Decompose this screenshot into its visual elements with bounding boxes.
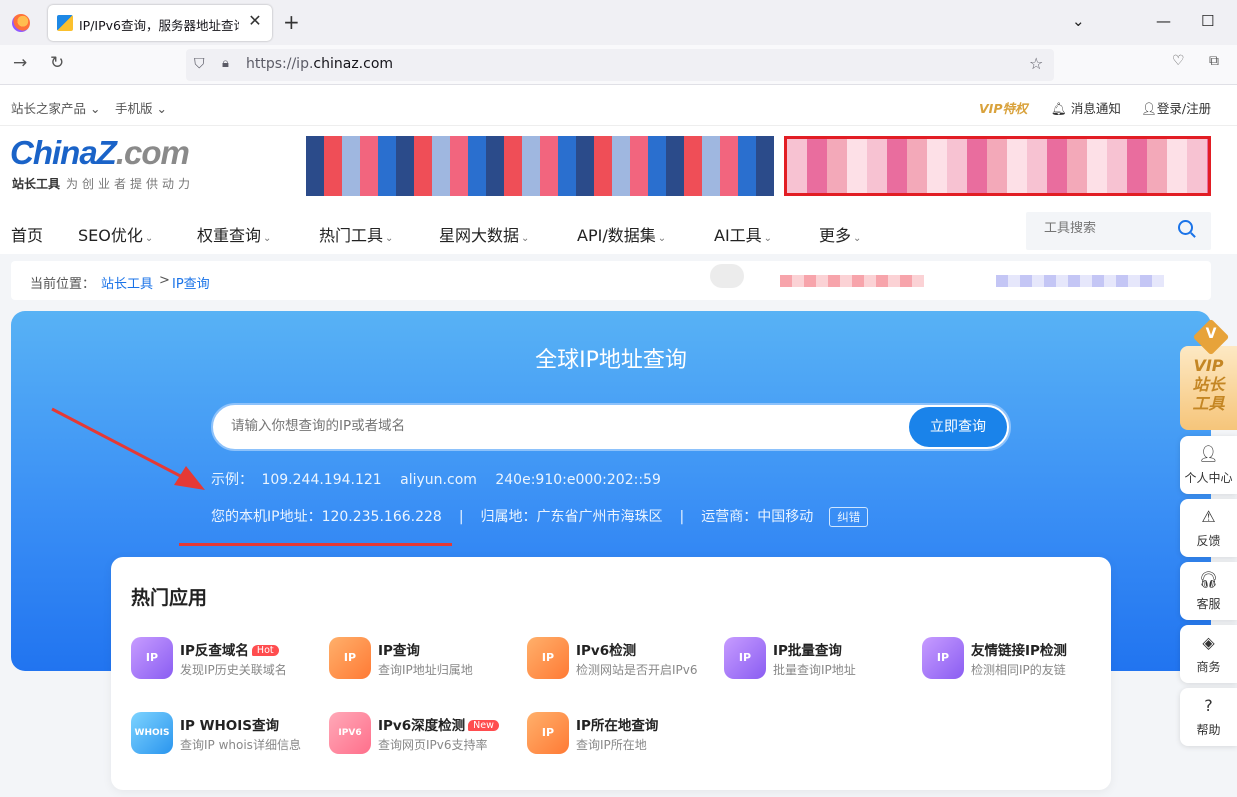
example-ip[interactable]: 109.244.194.121 [261,472,381,488]
feedback-icon: ⚠ [1201,507,1216,526]
url-bar[interactable]: ⛉ 🔒︎ https://ip.chinaz.com ☆ [186,49,1054,81]
globe-search-icon: IP [922,637,964,679]
side-feedback[interactable]: ⚠ 反馈 [1180,499,1237,557]
site-logo[interactable]: ChinaZ.com [10,134,190,172]
user-icon: 👤︎ [1141,101,1157,116]
pocket-icon[interactable]: ♡ [1172,53,1185,69]
globe-search-icon: IP [724,637,766,679]
tab-title: IP/IPv6查询，服务器地址查询 [79,18,239,33]
ip-search-box[interactable]: 立即查询 [211,403,1011,451]
reload-icon[interactable]: ↻ [50,53,64,73]
ipv6-doc-icon: IPV6 [329,712,371,754]
notify-link[interactable]: 🔔︎ 消息通知 [1051,98,1121,117]
blurred-ad[interactable] [996,275,1164,287]
new-tab-icon[interactable]: + [283,10,300,34]
shield-icon[interactable]: ⛉ [194,56,205,72]
annotation-underline [179,543,452,546]
app-ip-whois[interactable]: WHOIS IP WHOIS查询 查询IP whois详细信息 [131,712,321,756]
nav-bigdata[interactable]: 星网大数据 ⌄ [439,222,529,246]
bookmark-star-icon[interactable]: ☆ [1029,54,1043,73]
blurred-ad [710,264,744,288]
list-all-tabs-icon[interactable]: ⌄ [1072,12,1085,30]
local-ip-line: 您的本机IP地址：120.235.166.228 | 归属地：广东省广州市海珠区 | 运… [211,506,869,527]
headset-icon: 🎧︎ [1198,570,1219,589]
globe-search-icon: IP [131,637,173,679]
examples-label: 示例： [211,472,253,488]
hero-title: 全球IP地址查询 [535,348,687,373]
products-menu[interactable]: 站长之家产品 ⌄ [11,98,100,117]
vip-tools-float[interactable]: VIP 站长 工具 [1180,346,1237,430]
query-button[interactable]: 立即查询 [909,407,1007,447]
app-friendlink-ip[interactable]: IP 友情链接IP检测 检测相同IP的友链 [922,637,1112,681]
local-ip: 您的本机IP地址：120.235.166.228 [211,509,442,525]
ip-doc-icon: IP [329,637,371,679]
app-ip-reverse-domain[interactable]: IP IP反查域名 Hot 发现IP历史关联域名 [131,637,321,681]
side-customer-service[interactable]: 🎧︎ 客服 [1180,562,1237,620]
side-business[interactable]: ◈ 商务 [1180,625,1237,683]
app-ipv6-check[interactable]: IP IPv6检测 检测网站是否开启IPv6 [527,637,717,681]
fix-button[interactable]: 纠错 [829,507,869,527]
user-icon: 👤︎ [1198,444,1219,463]
browser-tab[interactable]: IP/IPv6查询，服务器地址查询 ✕ [48,5,272,41]
ip-doc-icon: IP [527,637,569,679]
lock-icon[interactable]: 🔒︎ [222,56,229,71]
nav-more[interactable]: 更多 ⌄ [819,222,861,246]
mobile-menu[interactable]: 手机版 ⌄ [115,98,167,117]
breadcrumb-link-tools[interactable]: 站长工具 [101,273,153,292]
app-ip-query[interactable]: IP IP查询 查询IP地址归属地 [329,637,519,681]
side-personal-center[interactable]: 👤︎ 个人中心 [1180,436,1237,494]
tool-search-box[interactable] [1026,212,1211,250]
nav-weight[interactable]: 权重查询 ⌄ [197,222,271,246]
search-icon[interactable] [1178,220,1193,235]
ip-isp: 运营商：中国移动 [701,509,814,525]
app-ip-batch[interactable]: IP IP批量查询 批量查询IP地址 [724,637,914,681]
side-help[interactable]: ? 帮助 [1180,688,1237,746]
nav-ai[interactable]: AI工具 ⌄ [714,222,772,246]
app-ip-location[interactable]: IP IP所在地查询 查询IP所在地 [527,712,717,756]
browser-nav-bar: → ↻ ⛉ 🔒︎ https://ip.chinaz.com ☆ ♡ ⧉ [0,45,1237,85]
blurred-ad[interactable] [780,275,924,287]
minimize-icon[interactable]: — [1156,12,1171,30]
ad-banner-right[interactable] [784,136,1211,196]
logo-subtitle: 站长工具 为创业者提供动力 [12,177,195,191]
handshake-icon: ◈ [1202,633,1215,652]
ip-search-input[interactable] [231,418,831,434]
example-domain[interactable]: aliyun.com [400,472,477,488]
browser-tab-bar: IP/IPv6查询，服务器地址查询 ✕ + ⌄ — ☐ [0,0,1237,45]
breadcrumb-label: 当前位置： [30,277,96,292]
nav-home[interactable]: 首页 [11,222,43,246]
breadcrumb-link-ip[interactable]: IP查询 [172,273,210,292]
whois-doc-icon: WHOIS [131,712,173,754]
example-ipv6[interactable]: 240e:910:e000:202::59 [495,472,661,488]
ad-banner-left[interactable] [306,136,774,196]
tool-search-input[interactable] [1044,221,1164,236]
tab-close-icon[interactable]: ✕ [246,11,264,30]
url-text[interactable]: https://ip.chinaz.com [246,56,393,72]
new-badge: New [468,720,499,731]
nav-seo[interactable]: SEO优化 ⌄ [78,222,153,246]
site-favicon-icon [57,15,73,31]
login-link[interactable]: 👤︎登录/注册 [1141,98,1211,117]
examples-line: 示例： 109.244.194.121 aliyun.com 240e:910:… [211,469,675,489]
nav-api[interactable]: API/数据集 ⌄ [577,222,666,246]
extensions-icon[interactable]: ⧉ [1209,53,1219,69]
site-top-bar: 站长之家产品 ⌄ 手机版 ⌄ VIP特权 🔔︎ 消息通知 👤︎登录/注册 [0,86,1237,126]
help-icon: ? [1204,696,1213,715]
maximize-icon[interactable]: ☐ [1201,12,1214,30]
app-ipv6-deep[interactable]: IPV6 IPv6深度检测 New 查询网页IPv6支持率 [329,712,519,756]
nav-hot-tools[interactable]: 热门工具 ⌄ [319,222,393,246]
hot-badge: Hot [251,645,279,656]
firefox-icon[interactable] [12,14,30,32]
bell-icon: 🔔︎ [1051,101,1067,116]
hot-apps-title: 热门应用 [131,587,208,609]
breadcrumb-sep: > [159,273,170,288]
ip-doc-icon: IP [527,712,569,754]
vip-badge-letter: V [1205,326,1217,342]
vip-link[interactable]: VIP特权 [979,98,1028,117]
forward-icon[interactable]: → [13,53,27,73]
ip-location: 归属地：广东省广州市海珠区 [480,509,663,525]
